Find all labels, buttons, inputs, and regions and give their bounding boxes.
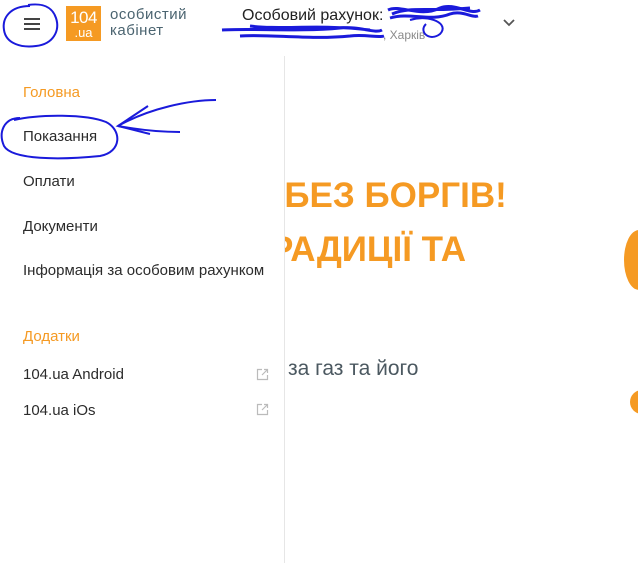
logo-caption-line1: особистий [110,6,187,23]
external-link-icon[interactable] [256,368,269,381]
hero-subtitle: за газ та його [288,357,419,380]
logo-number: 104 [70,8,97,27]
sidebar-item-documents[interactable]: Документи [23,218,98,235]
logo-domain: .ua [74,25,93,40]
hamburger-icon [24,18,40,30]
sidebar: Головна Показання Оплати Документи Інфор… [0,56,285,563]
account-selector[interactable] [502,16,516,30]
decorative-shape [630,390,638,414]
sidebar-item-payments[interactable]: Оплати [23,173,75,190]
logo-caption-line2: кабінет [110,22,164,39]
sidebar-item-readings[interactable]: Показання [23,128,97,145]
account-label: Особовий рахунок: [242,7,384,24]
sidebar-section-main[interactable]: Головна [23,84,80,101]
chevron-down-icon [503,19,515,27]
sidebar-item-account-info[interactable]: Інформація за особовим рахунком [23,262,264,279]
logo[interactable]: 104 .ua [66,6,101,41]
sidebar-item-android[interactable]: 104.ua Android [23,366,124,383]
hero-heading-line1: - БЕЗ БОРГІВ! [263,176,507,215]
external-link-icon[interactable] [256,403,269,416]
account-address: , Харків [383,28,426,42]
top-bar: 104 .ua особистий кабінет Особовий рахун… [0,0,638,56]
sidebar-item-ios[interactable]: 104.ua iOs [23,402,96,419]
menu-button[interactable] [4,2,58,44]
decorative-shape [624,230,638,290]
hero-heading-line2: РАДИЦІЇ ТА [270,230,467,269]
logo-caption: особистий кабінет [110,7,187,39]
sidebar-section-apps: Додатки [23,328,80,345]
